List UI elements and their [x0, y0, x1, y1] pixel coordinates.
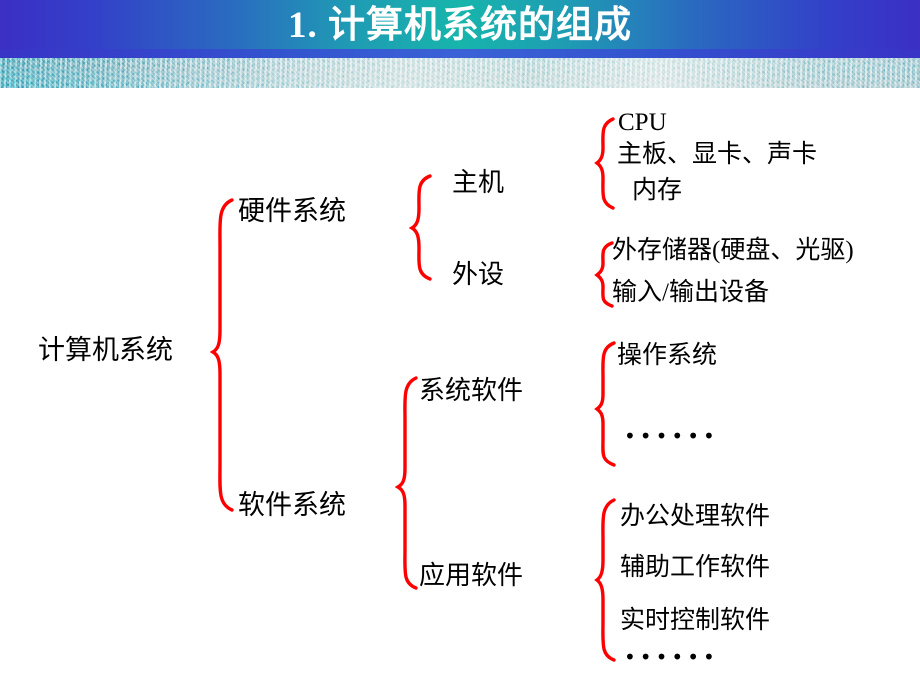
page-title: 1. 计算机系统的组成: [288, 5, 632, 46]
node-application-software: 应用软件: [419, 561, 524, 590]
brace-hardware: [408, 174, 432, 281]
brace-application-software-items: [594, 498, 616, 662]
node-host: 主机: [452, 168, 505, 197]
node-root: 计算机系统: [38, 335, 173, 365]
node-system-software-item-os: 操作系统: [617, 342, 718, 369]
node-peripheral-item-storage: 外存储器(硬盘、光驱): [612, 237, 854, 264]
node-application-software-item-office: 办公处理软件: [620, 503, 771, 530]
node-application-software-ellipsis: ••••••: [624, 645, 719, 669]
node-hardware-system: 硬件系统: [238, 196, 346, 226]
brace-system-software-items: [594, 341, 616, 467]
slide-canvas: 1. 计算机系统的组成 计算机系统 硬件系统 软件系统 主机 外设 系统软件 应…: [0, 0, 920, 690]
node-peripheral-item-io: 输入/输出设备: [612, 279, 769, 306]
node-system-software-ellipsis: ••••••: [624, 424, 719, 448]
brace-host-items: [594, 117, 615, 210]
node-host-item-cpu: CPU: [618, 109, 667, 136]
brace-root: [209, 198, 234, 512]
node-peripheral: 外设: [452, 260, 505, 289]
node-host-item-memory: 内存: [632, 177, 683, 204]
node-host-item-mainboard: 主板、显卡、声卡: [617, 141, 818, 168]
node-software-system: 软件系统: [238, 490, 346, 520]
decorative-texture-band: [0, 58, 920, 88]
title-banner: 1. 计算机系统的组成: [0, 0, 920, 58]
brace-peripheral-items: [594, 241, 614, 308]
node-system-software: 系统软件: [419, 376, 524, 405]
node-application-software-item-assist: 辅助工作软件: [620, 554, 771, 581]
brace-software: [394, 376, 418, 590]
node-application-software-item-realtime: 实时控制软件: [620, 607, 771, 634]
